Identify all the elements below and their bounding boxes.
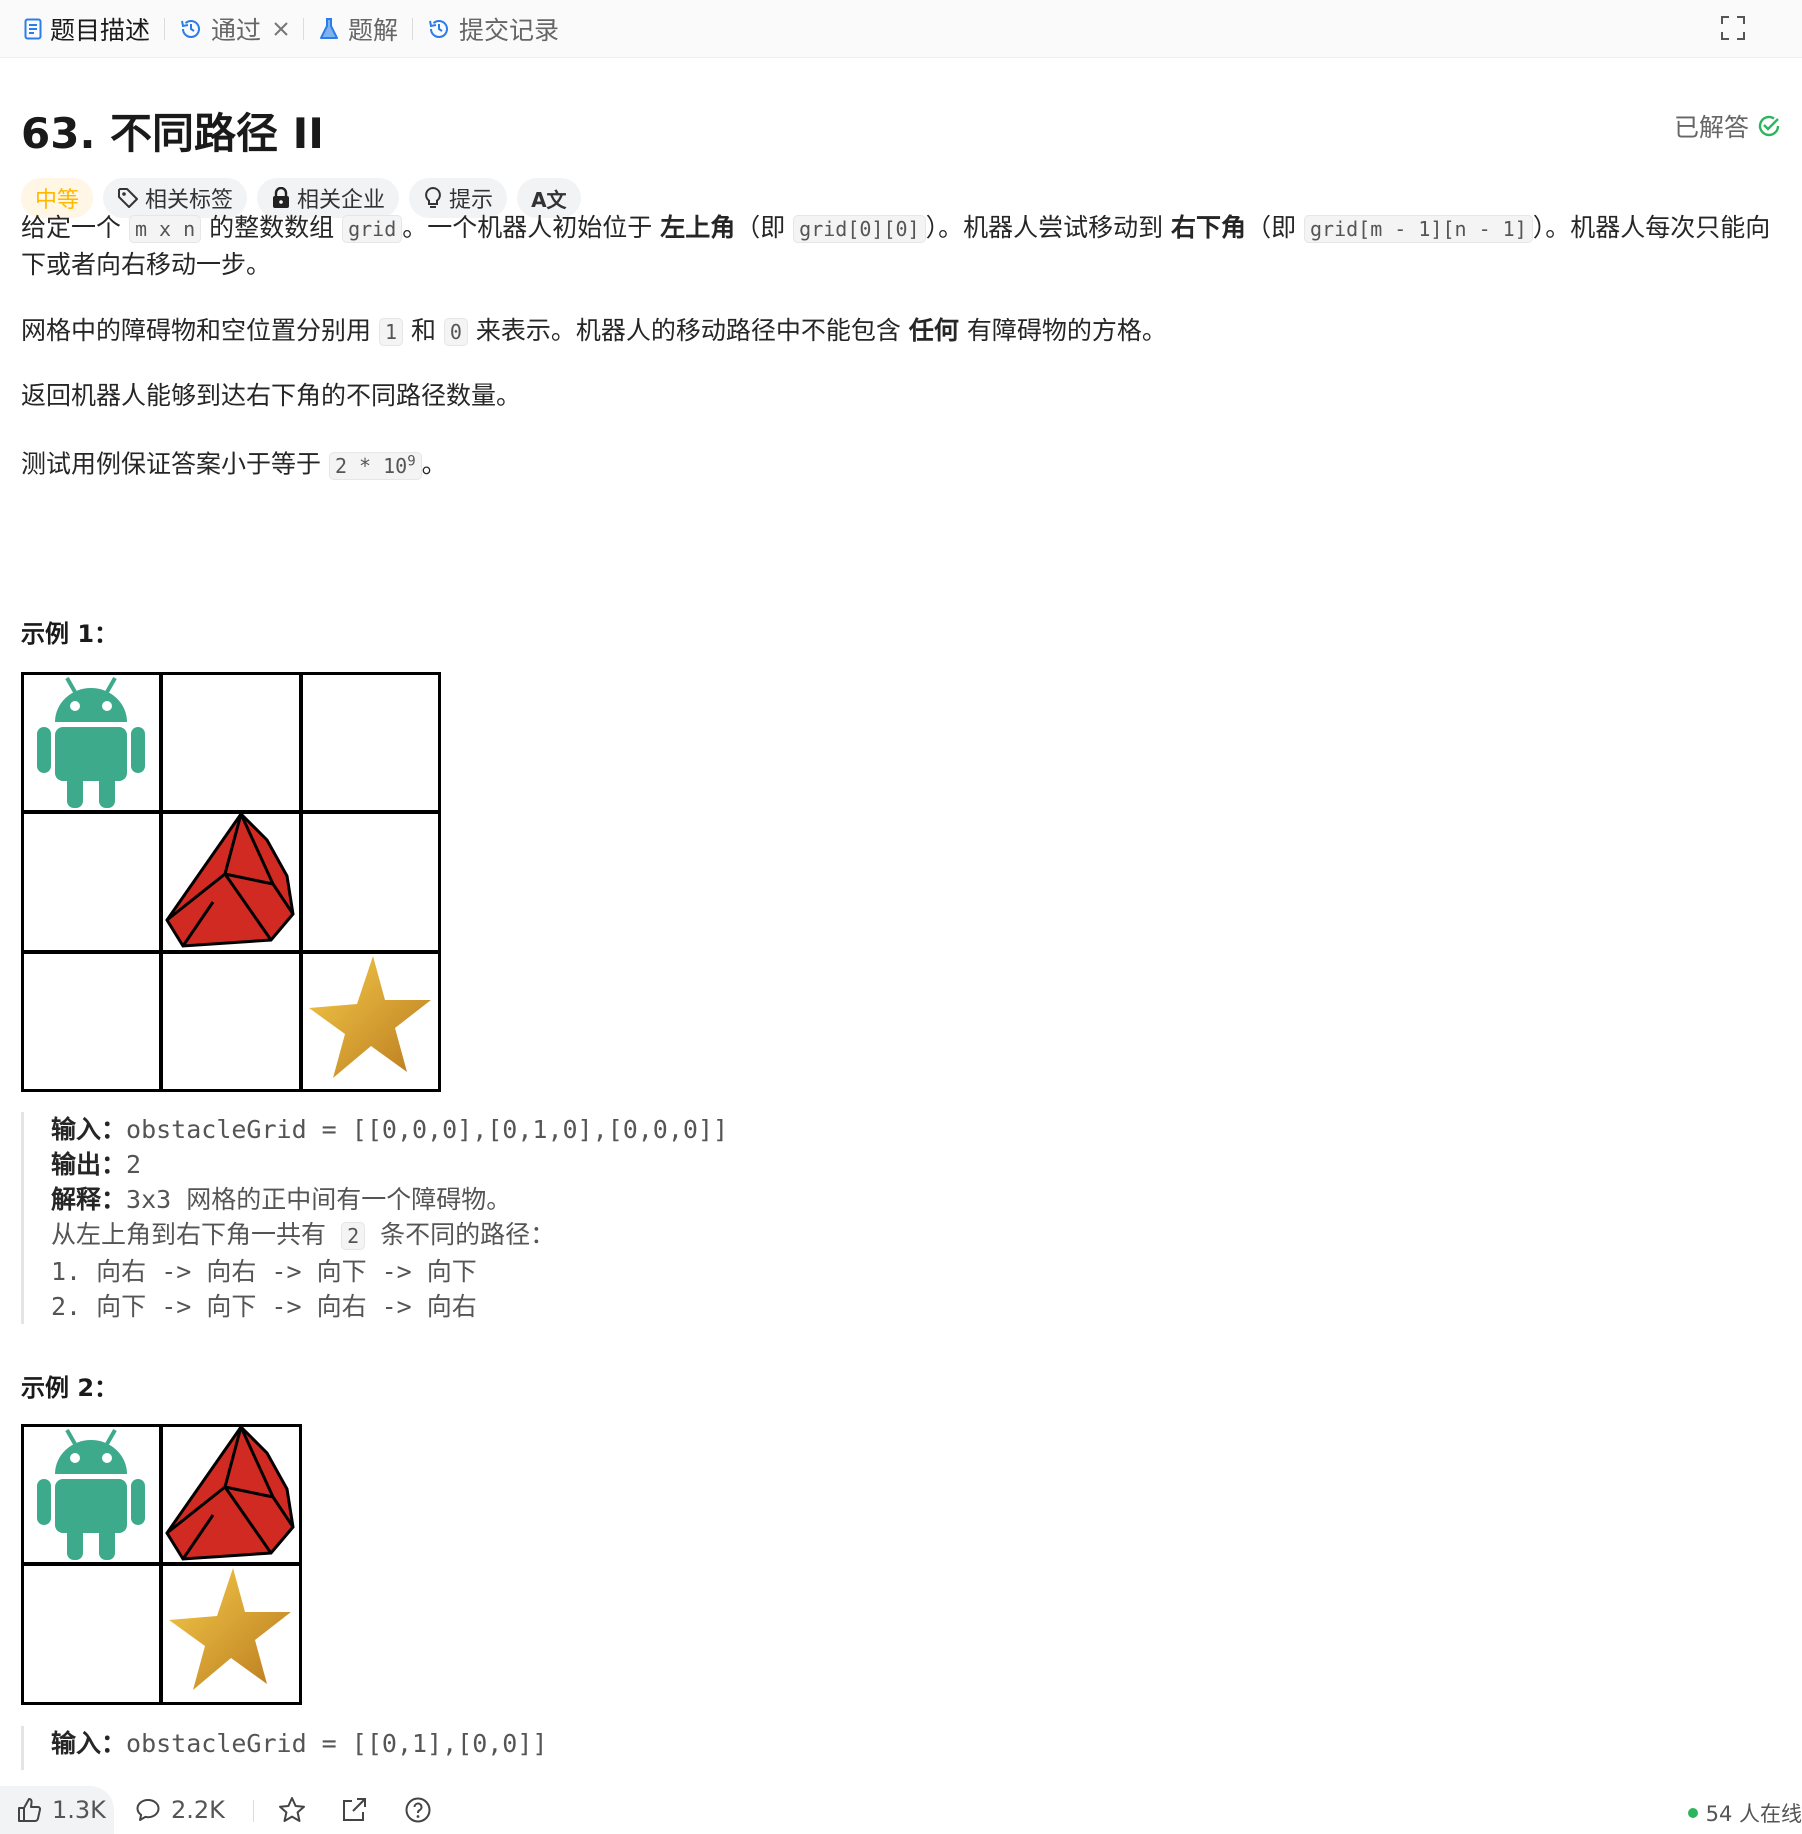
like-button[interactable]: 1.3K bbox=[0, 1786, 114, 1834]
tab-description-label: 题目描述 bbox=[50, 15, 151, 45]
inline-code: 2 * 109 bbox=[328, 451, 422, 480]
tab-divider bbox=[303, 17, 305, 40]
close-icon[interactable] bbox=[273, 21, 289, 37]
thumbs-up-icon bbox=[18, 1798, 42, 1823]
grid-cell bbox=[303, 814, 438, 950]
lightbulb-icon bbox=[425, 186, 441, 208]
online-count: 54 人在线 bbox=[1687, 1798, 1802, 1828]
tab-accepted[interactable]: 通过 bbox=[169, 0, 299, 58]
comment-count: 2.2K bbox=[171, 1796, 225, 1824]
example-1-grid-image bbox=[21, 672, 441, 1092]
tab-accepted-label: 通过 bbox=[211, 15, 262, 45]
fullscreen-icon[interactable] bbox=[1720, 15, 1746, 45]
lock-icon bbox=[273, 187, 290, 208]
tab-solutions[interactable]: 题解 bbox=[308, 0, 408, 58]
help-icon[interactable] bbox=[404, 1796, 432, 1828]
divider bbox=[253, 1800, 254, 1822]
robot-icon bbox=[37, 677, 145, 808]
like-count: 1.3K bbox=[52, 1796, 106, 1824]
inline-code: 1 bbox=[378, 318, 403, 346]
star-icon bbox=[309, 956, 431, 1078]
robot-icon bbox=[37, 1429, 145, 1560]
inline-code: m x n bbox=[128, 215, 202, 243]
solved-status: 已解答 bbox=[1674, 108, 1781, 144]
check-circle-icon bbox=[1758, 115, 1780, 137]
flask-icon bbox=[318, 17, 340, 41]
tab-bar: 题目描述 通过 题解 提交记录 bbox=[0, 0, 1802, 58]
grid-cell bbox=[163, 675, 299, 810]
tab-submissions-label: 提交记录 bbox=[459, 15, 560, 45]
inline-code: 0 bbox=[443, 318, 468, 346]
inline-code: grid[m - 1][n - 1] bbox=[1304, 215, 1533, 243]
comment-icon bbox=[136, 1799, 160, 1821]
description-paragraph-4: 测试用例保证答案小于等于 2 * 109。 bbox=[21, 449, 447, 480]
example-1-block: 输入：obstacleGrid = [[0,0,0],[0,1,0],[0,0,… bbox=[21, 1112, 728, 1324]
obstacle-icon bbox=[165, 814, 295, 948]
problem-title: 63. 不同路径 II bbox=[21, 109, 324, 158]
share-icon[interactable] bbox=[340, 1796, 368, 1828]
inline-code: grid[0][0] bbox=[793, 215, 926, 243]
inline-code: grid bbox=[342, 215, 403, 243]
description-paragraph-3: 返回机器人能够到达右下角的不同路径数量。 bbox=[21, 381, 522, 410]
tag-icon bbox=[118, 188, 139, 208]
example-2-heading: 示例 2： bbox=[21, 1374, 119, 1402]
example-2-block: 输入：obstacleGrid = [[0,1],[0,0]] bbox=[21, 1726, 547, 1770]
tab-submissions[interactable]: 提交记录 bbox=[417, 0, 569, 58]
comment-button[interactable]: 2.2K bbox=[135, 1786, 225, 1834]
bottom-action-bar: 1.3K 2.2K 54 人在线 bbox=[0, 1776, 1802, 1834]
star-icon bbox=[169, 1568, 291, 1690]
solved-label: 已解答 bbox=[1673, 113, 1749, 142]
online-label: 54 人在线 bbox=[1705, 1802, 1802, 1826]
grid-cell bbox=[163, 954, 299, 1089]
example-1-heading: 示例 1： bbox=[21, 620, 119, 648]
obstacle-icon bbox=[165, 1427, 295, 1561]
description-paragraph-2: 网格中的障碍物和空位置分别用 1 和 0 来表示。机器人的移动路径中不能包含 任… bbox=[21, 316, 1167, 346]
grid-cell bbox=[303, 675, 438, 810]
grid-cell bbox=[24, 954, 159, 1089]
history-icon bbox=[179, 17, 203, 41]
example-2-grid-image bbox=[21, 1424, 302, 1705]
history-icon bbox=[427, 17, 451, 41]
star-favorite-icon[interactable] bbox=[278, 1796, 306, 1828]
document-icon bbox=[24, 18, 42, 40]
online-dot-icon bbox=[1687, 1808, 1698, 1818]
tab-divider bbox=[164, 17, 166, 40]
translate-icon: A文 bbox=[531, 187, 567, 212]
grid-cell bbox=[24, 1566, 159, 1702]
description-paragraph-1: 给定一个 m x n 的整数数组 grid 。一个机器人初始位于 左上角（即 gr… bbox=[21, 213, 1771, 279]
grid-cell bbox=[24, 814, 159, 950]
tab-description[interactable]: 题目描述 bbox=[14, 0, 160, 58]
tab-divider bbox=[412, 17, 414, 40]
tab-solutions-label: 题解 bbox=[348, 15, 399, 45]
